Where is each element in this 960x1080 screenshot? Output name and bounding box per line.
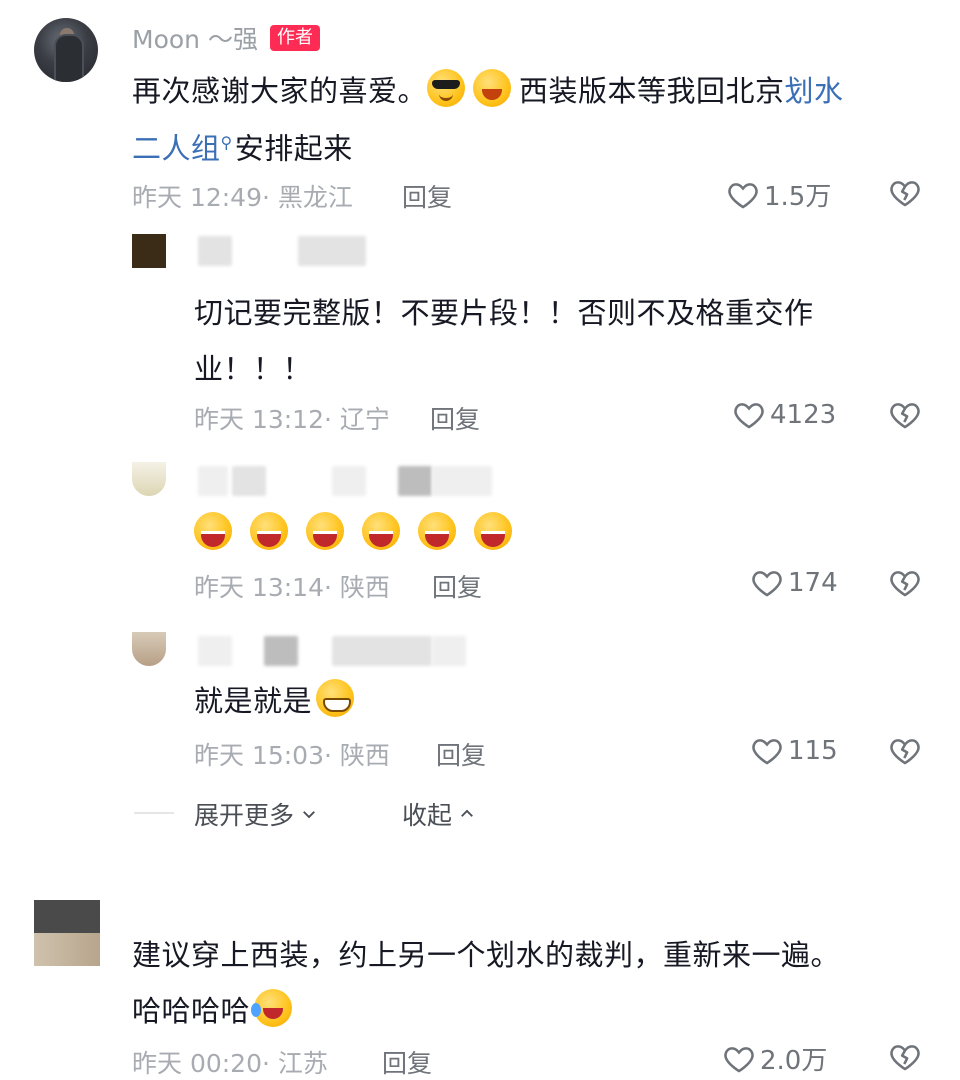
dislike-icon[interactable] — [888, 176, 922, 210]
tears-of-joy-emoji-icon — [251, 989, 293, 1027]
author-avatar[interactable] — [34, 18, 98, 82]
reply-username-blurred-4 — [432, 636, 466, 666]
reply-username-blurred — [198, 636, 232, 666]
reply-username-blurred — [198, 236, 232, 266]
heart-icon — [752, 739, 782, 765]
author-name[interactable]: Moon ～强 — [132, 20, 258, 56]
sunglasses-emoji-icon — [427, 69, 466, 107]
commenter-avatar[interactable] — [34, 900, 100, 966]
like-count: 1.5万 — [764, 182, 832, 212]
reply-username-blurred-4 — [398, 466, 432, 496]
reply-username-blurred-3 — [332, 466, 366, 496]
heart-icon — [752, 571, 782, 597]
laughing-emoji-icon — [474, 512, 512, 550]
comment-meta: 昨天 12:49· 黑龙江 — [132, 183, 353, 212]
reply-emoji-row — [194, 512, 520, 550]
like-button[interactable]: 115 — [750, 734, 838, 768]
heart-icon — [728, 182, 758, 209]
author-badge: 作者 — [269, 25, 320, 51]
like-count: 2.0万 — [760, 1046, 828, 1076]
like-button[interactable]: 2.0万 — [722, 1040, 827, 1077]
dislike-icon[interactable] — [888, 1040, 922, 1074]
reply-meta: 昨天 13:14· 陕西 — [194, 573, 390, 602]
laughing-emoji-icon — [250, 512, 288, 550]
comment-location: 黑龙江 — [277, 183, 353, 212]
like-count: 115 — [788, 736, 838, 766]
dislike-icon[interactable] — [888, 566, 922, 600]
reply-button[interactable]: 回复 — [432, 568, 482, 604]
laughing-emoji-icon — [362, 512, 400, 550]
reply-username-blurred-2 — [264, 636, 298, 666]
comment-text: 建议穿上西装，约上另一个划水的裁判，重新来一遍。 哈哈哈哈 — [132, 938, 841, 1028]
reply-username-blurred-5 — [432, 466, 492, 496]
wink-laugh-emoji-icon — [473, 69, 512, 107]
reply-avatar[interactable] — [132, 632, 166, 666]
chevron-up-icon — [461, 809, 473, 817]
reply-username-blurred-2 — [298, 236, 366, 266]
reply-button[interactable]: 回复 — [436, 736, 486, 772]
reply-username-blurred-3 — [332, 636, 432, 666]
reply-username-blurred-2 — [232, 466, 266, 496]
laughing-emoji-icon — [306, 512, 344, 550]
reply-meta: 昨天 13:12· 辽宁 — [194, 405, 390, 434]
dislike-icon[interactable] — [888, 734, 922, 768]
laughing-emoji-icon — [194, 512, 232, 550]
hashtag-link-2[interactable]: 二人组 — [132, 132, 221, 166]
reply-text: 切记要完整版！不要片段！！否则不及格重交作 业！！！ — [194, 296, 814, 386]
like-button[interactable]: 4123 — [732, 398, 836, 432]
hashtag-link[interactable]: 划水 — [785, 74, 844, 108]
comment-meta: 昨天 00:20· 江苏 — [132, 1049, 328, 1078]
like-count: 4123 — [770, 400, 837, 430]
reply-text: 就是就是 — [194, 678, 362, 724]
collapse-button[interactable]: 收起 — [402, 796, 476, 832]
search-icon[interactable]: ⚲ — [221, 133, 233, 152]
heart-icon — [734, 403, 764, 429]
chevron-down-icon — [303, 811, 315, 819]
comment-header: Moon ～强 作者 — [132, 20, 320, 56]
reply-meta: 昨天 15:03· 陕西 — [194, 741, 390, 770]
reply-username-blurred — [198, 466, 228, 496]
reply-avatar[interactable] — [132, 234, 166, 268]
comment-time: 昨天 12:49 — [132, 183, 262, 212]
grin-emoji-icon — [316, 679, 355, 717]
laughing-emoji-icon — [418, 512, 456, 550]
heart-icon — [724, 1046, 754, 1073]
like-button[interactable]: 174 — [750, 566, 838, 600]
like-button[interactable]: 1.5万 — [726, 176, 831, 213]
main-comment-text: 再次感谢大家的喜爱。 西装版本等我回北京划水 — [132, 68, 932, 114]
reply-button[interactable]: 回复 — [402, 178, 452, 214]
thread-divider — [134, 812, 174, 814]
like-count: 174 — [788, 568, 838, 598]
expand-more-button[interactable]: 展开更多 — [194, 796, 318, 832]
dislike-icon[interactable] — [888, 398, 922, 432]
main-comment-text-line2: 二人组⚲安排起来 — [132, 131, 353, 166]
reply-avatar[interactable] — [132, 462, 166, 496]
reply-button[interactable]: 回复 — [382, 1044, 432, 1080]
reply-button[interactable]: 回复 — [430, 400, 480, 436]
